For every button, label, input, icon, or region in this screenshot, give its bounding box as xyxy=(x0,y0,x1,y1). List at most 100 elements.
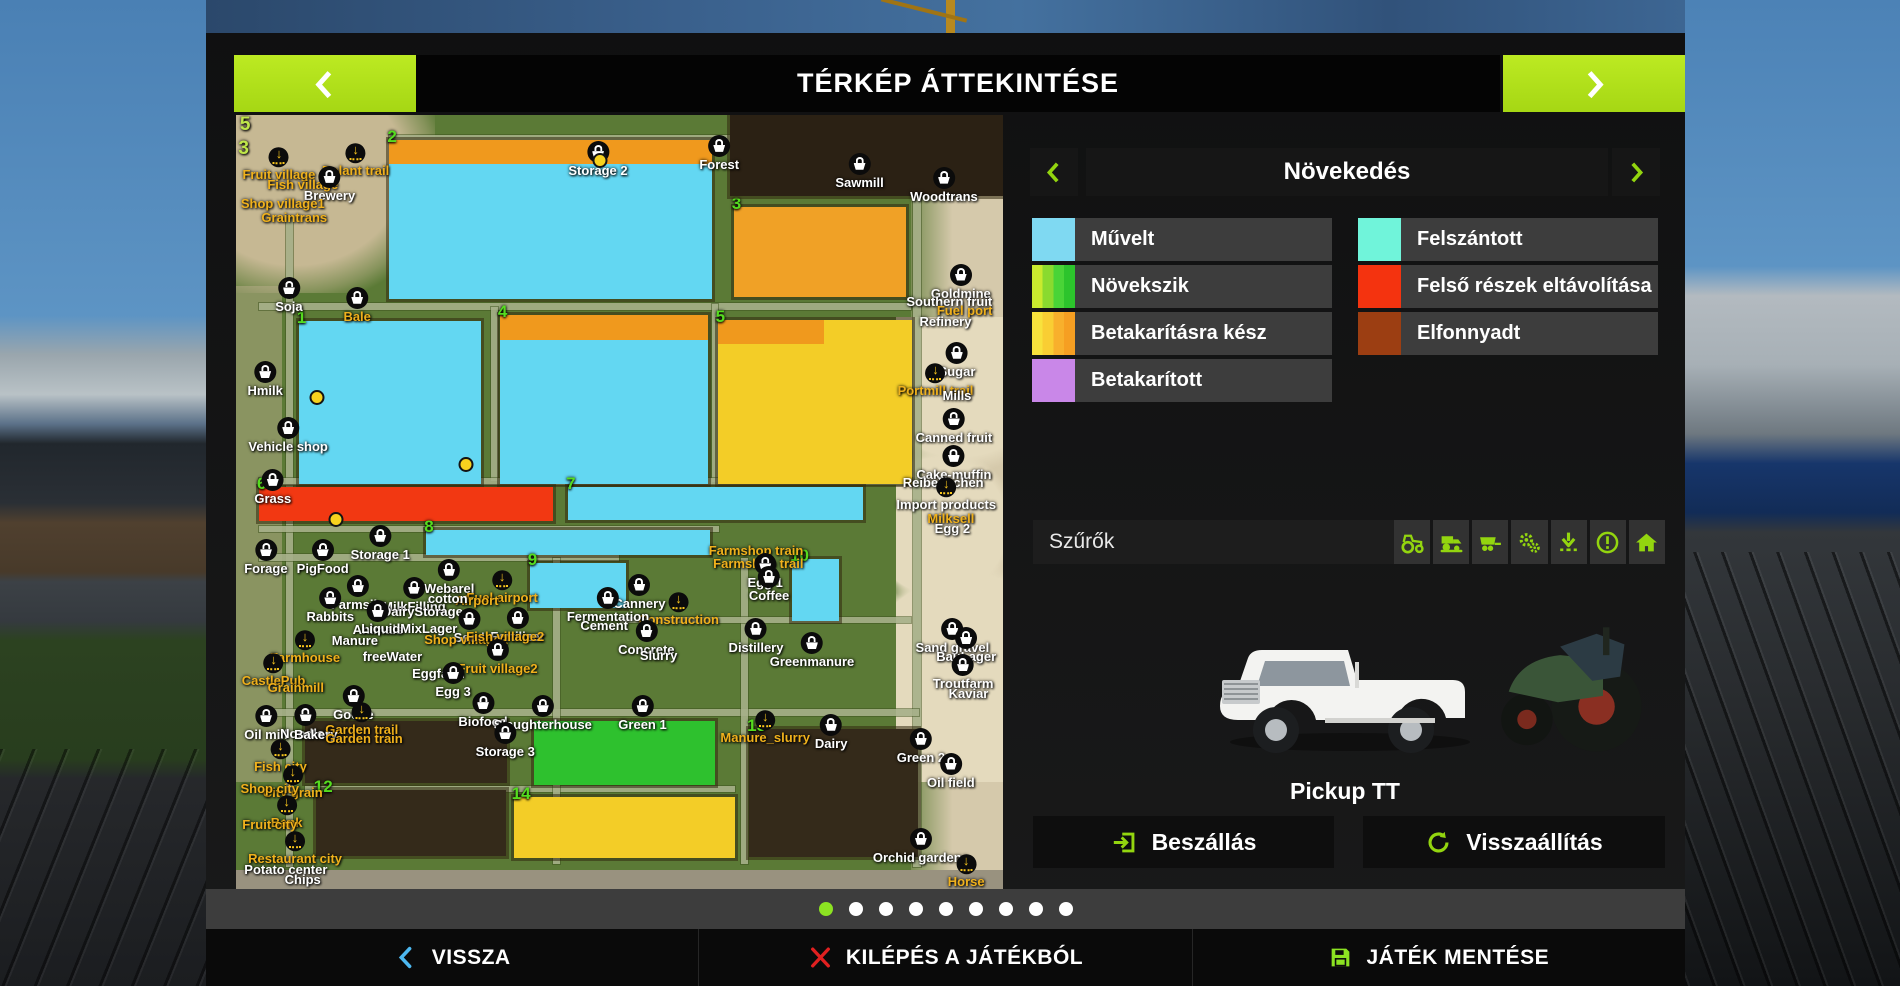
field-number: 8 xyxy=(424,518,433,535)
map-poi: Kaviar xyxy=(949,687,989,701)
page-dot[interactable] xyxy=(879,902,893,916)
legend-item[interactable]: Betakarításra kész xyxy=(1032,312,1332,355)
filters-label: Szűrők xyxy=(1033,520,1402,564)
basket-icon xyxy=(758,566,780,588)
basket-icon xyxy=(487,639,509,661)
map-poi: Dairy xyxy=(815,714,848,751)
tractor-icon xyxy=(1400,530,1425,555)
page-dot[interactable] xyxy=(1029,902,1043,916)
legend-swatch xyxy=(1358,265,1401,308)
legend-item[interactable]: Felső részek eltávolítása xyxy=(1358,265,1658,308)
prev-page-button[interactable] xyxy=(234,55,416,112)
field-strip xyxy=(718,320,825,345)
legend-label: Művelt xyxy=(1075,218,1332,261)
next-page-button[interactable] xyxy=(1503,55,1685,112)
basket-icon xyxy=(255,539,277,561)
dot-icon xyxy=(593,153,608,168)
map-poi: Shop village1 xyxy=(241,197,325,211)
legend-item[interactable]: Betakarított xyxy=(1032,359,1332,402)
title-bar: TÉRKÉP ÁTTEKINTÉSE xyxy=(416,55,1500,112)
trailer-filter-button[interactable] xyxy=(1472,520,1508,564)
map-poi: Horse xyxy=(948,854,985,889)
legend-next-button[interactable] xyxy=(1612,148,1660,196)
basket-icon xyxy=(952,654,974,676)
back-button[interactable]: VISSZA xyxy=(206,929,698,986)
map-poi-label: Graintrans xyxy=(261,211,327,225)
basket-icon xyxy=(319,587,341,609)
page-dot[interactable] xyxy=(969,902,983,916)
map-poi: Slurry xyxy=(640,649,678,663)
map-poi: Restaurant city xyxy=(248,831,342,866)
basket-icon xyxy=(458,608,480,630)
map-poi-label: Horse xyxy=(948,875,985,889)
map-field: 3 xyxy=(734,207,906,297)
page-title: TÉRKÉP ÁTTEKINTÉSE xyxy=(797,68,1119,99)
harvester-filter-button[interactable] xyxy=(1433,520,1469,564)
page-dot[interactable] xyxy=(1059,902,1073,916)
field-number: 9 xyxy=(528,551,537,568)
download-icon xyxy=(936,477,956,497)
home-icon xyxy=(1634,530,1659,555)
map-poi: Graintrans xyxy=(261,211,327,225)
gears-filter-button[interactable] xyxy=(1511,520,1547,564)
map-poi-label: Green 1 xyxy=(618,718,666,732)
reset-vehicle-button[interactable]: Visszaállítás xyxy=(1363,816,1665,868)
map-poi-label: Dairy xyxy=(815,737,848,751)
page-dot[interactable] xyxy=(849,902,863,916)
map-poi-label: 5 xyxy=(240,115,251,135)
map-poi-label: PigFood xyxy=(297,562,349,576)
map-poi: Grainmill xyxy=(268,680,324,694)
save-label: JÁTÉK MENTÉSE xyxy=(1366,946,1549,970)
map-poi: Rabbits xyxy=(306,587,354,624)
map-poi: Greenmanure xyxy=(770,632,855,669)
tractor-filter-button[interactable] xyxy=(1394,520,1430,564)
map-poi: Soja xyxy=(275,277,302,314)
legend-swatch xyxy=(1358,218,1401,261)
legend-item[interactable]: Felszántott xyxy=(1358,218,1658,261)
vehicle-name: Pickup TT xyxy=(1030,778,1660,805)
basket-icon xyxy=(319,166,341,188)
trailer-icon xyxy=(1478,530,1503,555)
basket-icon xyxy=(442,662,464,684)
map-poi-label: Rabbits xyxy=(306,610,354,624)
map-field: 4 xyxy=(500,315,708,484)
field-number: 5 xyxy=(716,308,725,325)
page-dot[interactable] xyxy=(819,902,833,916)
enter-vehicle-button[interactable]: Beszállás xyxy=(1033,816,1334,868)
download-icon xyxy=(264,653,284,673)
quit-game-button[interactable]: KILÉPÉS A JÁTÉKBÓL xyxy=(698,929,1191,986)
page-dot[interactable] xyxy=(909,902,923,916)
map-poi xyxy=(459,457,474,472)
basket-icon xyxy=(849,153,871,175)
legend-prev-button[interactable] xyxy=(1030,148,1078,196)
legend-label: Betakarított xyxy=(1075,359,1332,402)
back-chevron-icon xyxy=(394,945,419,970)
map-poi-label: Vehicle shop xyxy=(248,440,327,454)
legend-item[interactable]: Elfonnyadt xyxy=(1358,312,1658,355)
chevron-left-icon xyxy=(310,69,340,99)
legend-label: Felszántott xyxy=(1401,218,1658,261)
basket-icon xyxy=(955,627,977,649)
legend-item[interactable]: Növekszik xyxy=(1032,265,1332,308)
page-dot[interactable] xyxy=(999,902,1013,916)
save-game-button[interactable]: JÁTÉK MENTÉSE xyxy=(1192,929,1685,986)
home-filter-button[interactable] xyxy=(1629,520,1665,564)
page-dot[interactable] xyxy=(939,902,953,916)
map-field: 2 xyxy=(389,140,711,300)
legend-label: Betakarításra kész xyxy=(1075,312,1332,355)
basket-icon xyxy=(708,135,730,157)
basket-icon xyxy=(631,695,653,717)
warning-filter-button[interactable] xyxy=(1590,520,1626,564)
legend-item[interactable]: Művelt xyxy=(1032,218,1332,261)
map-poi: Grass xyxy=(254,469,291,506)
legend-col-left: MűveltNövekszikBetakarításra készBetakar… xyxy=(1032,218,1332,402)
map-canvas[interactable]: 2314567891012141553Fruit villagePolant t… xyxy=(236,115,1003,890)
download-icon xyxy=(346,143,366,163)
map-poi: Sawmill xyxy=(835,153,883,190)
map-poi-label: Coffee xyxy=(749,589,789,603)
legend-swatch xyxy=(1358,312,1401,355)
download-icon xyxy=(285,831,305,851)
dot-icon xyxy=(328,512,343,527)
basket-icon xyxy=(506,607,528,629)
unload-filter-button[interactable] xyxy=(1551,520,1587,564)
